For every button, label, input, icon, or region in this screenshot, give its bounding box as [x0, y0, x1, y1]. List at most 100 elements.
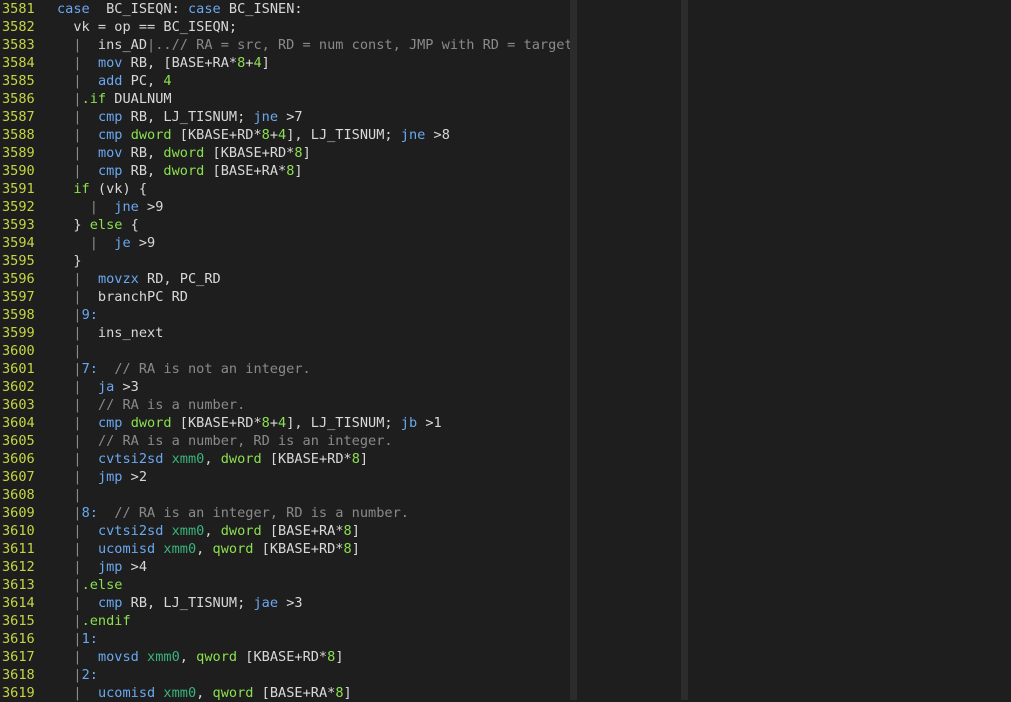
line-number: 3592: [2, 199, 35, 215]
code-token: xmm0: [171, 523, 205, 539]
code-token: ]: [351, 523, 360, 539]
code-token: |: [57, 307, 82, 323]
line-number: 3588: [2, 127, 35, 143]
code-token: dword: [130, 127, 172, 143]
code-text: | // RA is a number, RD is an integer.: [57, 432, 393, 450]
line-number: 3611: [2, 541, 35, 557]
code-token: 1:: [81, 631, 98, 647]
code-line[interactable]: 3582 vk = op == BC_ISEQN;: [0, 18, 570, 36]
code-line[interactable]: 3581 case BC_ISEQN: case BC_ISNEN:: [0, 0, 570, 18]
code-token: cmp: [97, 163, 123, 179]
code-line[interactable]: 3617 | movsd xmm0, qword [KBASE+RD*8]: [0, 648, 570, 666]
code-line[interactable]: 3608 |: [0, 486, 570, 504]
code-line[interactable]: 3614 | cmp RB, LJ_TISNUM; jae >3: [0, 594, 570, 612]
code-line[interactable]: 3596 | movzx RD, PC_RD: [0, 270, 570, 288]
code-line[interactable]: 3597 | branchPC RD: [0, 288, 570, 306]
code-token: xmm0: [163, 685, 197, 701]
code-token: .else: [81, 577, 123, 593]
code-line[interactable]: 3619 | ucomisd xmm0, qword [BASE+RA*8]: [0, 684, 570, 702]
code-token: 4: [163, 73, 172, 89]
code-token: xmm0: [171, 451, 205, 467]
code-token: |: [57, 433, 82, 449]
code-token: jne: [114, 199, 139, 215]
code-line[interactable]: 3606 | cvtsi2sd xmm0, dword [KBASE+RD*8]: [0, 450, 570, 468]
code-token: dword: [220, 523, 262, 539]
code-line[interactable]: 3599 | ins_next: [0, 324, 570, 342]
code-text: |.endif: [57, 612, 130, 630]
code-line[interactable]: 3612 | jmp >4: [0, 558, 570, 576]
code-token: |: [57, 469, 82, 485]
code-text: | cvtsi2sd xmm0, dword [KBASE+RD*8]: [57, 450, 368, 468]
code-line[interactable]: 3600 |: [0, 342, 570, 360]
code-line[interactable]: 3609 |8: // RA is an integer, RD is a nu…: [0, 504, 570, 522]
code-line[interactable]: 3589 | mov RB, dword [KBASE+RD*8]: [0, 144, 570, 162]
code-token: |: [57, 271, 82, 287]
code-line[interactable]: 3616 |1:: [0, 630, 570, 648]
code-token: |: [57, 145, 82, 161]
code-line[interactable]: 3598 |9:: [0, 306, 570, 324]
code-line[interactable]: 3602 | ja >3: [0, 378, 570, 396]
code-token: jmp: [97, 469, 123, 485]
code-text: | jmp >4: [57, 558, 147, 576]
code-token: [KBASE+RD*: [237, 649, 328, 665]
code-token: jne: [253, 109, 279, 125]
code-line[interactable]: 3586 |.if DUALNUM: [0, 90, 570, 108]
code-line[interactable]: 3603 | // RA is a number.: [0, 396, 570, 414]
code-line[interactable]: 3594 | je >9: [0, 234, 570, 252]
code-token: 2:: [81, 667, 98, 683]
code-line[interactable]: 3615 |.endif: [0, 612, 570, 630]
line-number: 3582: [2, 19, 35, 35]
code-token: cmp: [97, 595, 123, 611]
code-line[interactable]: 3607 | jmp >2: [0, 468, 570, 486]
code-line[interactable]: 3604 | cmp dword [KBASE+RD*8+4], LJ_TISN…: [0, 414, 570, 432]
line-number: 3589: [2, 145, 35, 161]
code-text: |8: // RA is an integer, RD is a number.: [57, 504, 409, 522]
code-text: | cmp RB, dword [BASE+RA*8]: [57, 162, 302, 180]
code-token: // RA is a number, RD is an integer.: [97, 433, 393, 449]
line-number: 3586: [2, 91, 35, 107]
code-text: |2:: [57, 666, 98, 684]
code-line[interactable]: 3611 | ucomisd xmm0, qword [KBASE+RD*8]: [0, 540, 570, 558]
code-token: RB,: [122, 163, 164, 179]
code-token: |: [57, 109, 82, 125]
code-line[interactable]: 3605 | // RA is a number, RD is an integ…: [0, 432, 570, 450]
code-token: 8: [343, 541, 352, 557]
code-text: | mov RB, [BASE+RA*8+4]: [57, 54, 269, 72]
code-token: |: [57, 163, 82, 179]
code-token: movzx: [97, 271, 139, 287]
code-text: | ins_AD|..// RA = src, RD = num const, …: [57, 36, 572, 54]
line-number: 3601: [2, 361, 35, 377]
code-token: cmp: [97, 415, 123, 431]
code-line[interactable]: 3593 } else {: [0, 216, 570, 234]
code-line[interactable]: 3595 }: [0, 252, 570, 270]
code-line[interactable]: 3587 | cmp RB, LJ_TISNUM; jne >7: [0, 108, 570, 126]
code-editor[interactable]: 3581 case BC_ISEQN: case BC_ISNEN: 3582 vk…: [0, 0, 1011, 702]
code-token: .if: [81, 91, 107, 107]
code-line[interactable]: 3590 | cmp RB, dword [BASE+RA*8]: [0, 162, 570, 180]
code-token: RD, PC_RD: [138, 271, 221, 287]
code-line[interactable]: 3588 | cmp dword [KBASE+RD*8+4], LJ_TISN…: [0, 126, 570, 144]
code-text: | cvtsi2sd xmm0, dword [BASE+RA*8]: [57, 522, 360, 540]
code-token: cvtsi2sd: [97, 523, 164, 539]
code-line[interactable]: 3592 | jne >9: [0, 198, 570, 216]
code-line[interactable]: 3613 |.else: [0, 576, 570, 594]
code-line[interactable]: 3591 if (vk) {: [0, 180, 570, 198]
line-number: 3590: [2, 163, 35, 179]
code-line[interactable]: 3585 | add PC, 4: [0, 72, 570, 90]
code-token: 8: [261, 415, 270, 431]
code-line[interactable]: 3583 | ins_AD|..// RA = src, RD = num co…: [0, 36, 573, 54]
code-token: ]: [302, 145, 311, 161]
code-token: |: [57, 73, 82, 89]
code-line[interactable]: 3618 |2:: [0, 666, 570, 684]
code-line[interactable]: 3584 | mov RB, [BASE+RA*8+4]: [0, 54, 570, 72]
code-line[interactable]: 3610 | cvtsi2sd xmm0, dword [BASE+RA*8]: [0, 522, 570, 540]
code-line[interactable]: 3601 |7: // RA is not an integer.: [0, 360, 570, 378]
code-token: 4: [278, 415, 287, 431]
